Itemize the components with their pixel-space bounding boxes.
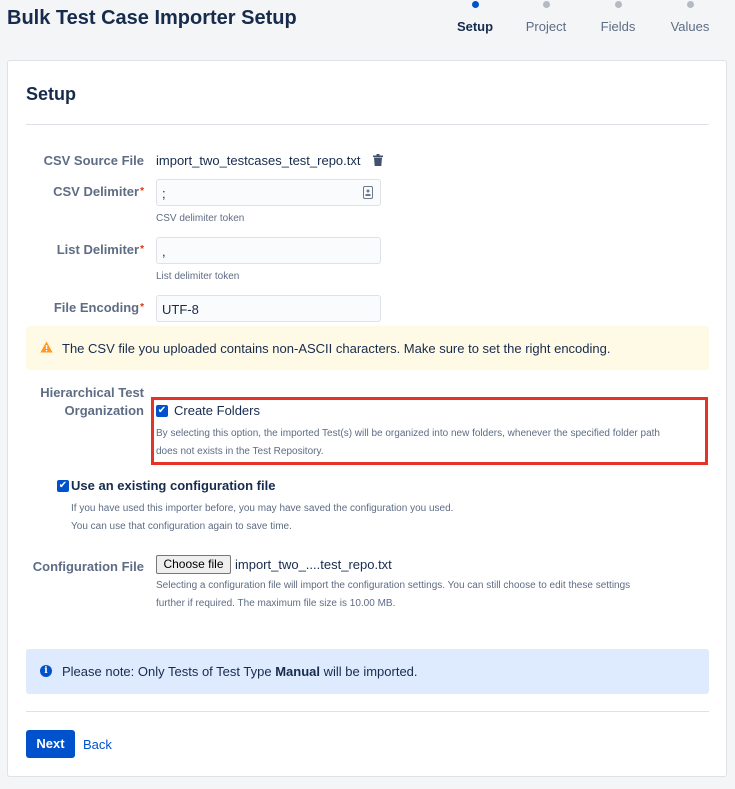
progress-tracker: Setup Project Fields Values [440, 0, 730, 40]
note-text: Please note: Only Tests of Test Type Man… [62, 664, 418, 679]
file-encoding-value: UTF-8 [162, 302, 199, 317]
note-prefix: Please note: Only Tests of Test Type [62, 664, 276, 679]
list-delimiter-input[interactable]: , [156, 237, 381, 264]
file-encoding-input[interactable]: UTF-8 [156, 295, 381, 322]
csv-delimiter-input[interactable]: ; [156, 179, 381, 206]
next-button[interactable]: Next [26, 730, 75, 758]
divider [26, 711, 709, 712]
existing-config-help-line1: If you have used this importer before, y… [71, 503, 454, 514]
setup-card: Setup CSV Source File import_two_testcas… [7, 60, 727, 777]
config-file-label: Configuration File [32, 559, 144, 574]
step-label: Setup [456, 19, 494, 34]
step-label: Values [670, 19, 710, 34]
divider [26, 124, 709, 125]
back-link[interactable]: Back [83, 737, 112, 752]
autofill-key-icon[interactable] [363, 186, 373, 199]
existing-config-label[interactable]: Use an existing configuration file [71, 478, 275, 493]
config-file-name: import_two_....test_repo.txt [235, 557, 392, 572]
manual-note: i Please note: Only Tests of Test Type M… [26, 649, 709, 694]
step-values[interactable]: Values [655, 0, 725, 34]
step-project[interactable]: Project [511, 0, 581, 34]
note-emphasis: Manual [275, 664, 320, 679]
existing-config-checkbox[interactable]: ✔ [57, 480, 69, 492]
csv-source-label: CSV Source File [43, 153, 144, 168]
config-file-help-line1: Selecting a configuration file will impo… [156, 580, 631, 591]
required-marker: * [140, 302, 144, 313]
page-title: Bulk Test Case Importer Setup [7, 7, 297, 29]
step-dot-icon [542, 1, 550, 8]
config-file-help-line2: further if required. The maximum file si… [156, 598, 396, 609]
card-title: Setup [26, 84, 77, 104]
warning-icon [40, 341, 53, 353]
step-dot-icon [686, 1, 694, 8]
file-encoding-label: File Encoding* [8, 299, 144, 317]
file-encoding-label-text: File Encoding [53, 300, 140, 315]
choose-file-button[interactable]: Choose file [156, 555, 231, 574]
highlight-box [151, 397, 708, 465]
required-marker: * [140, 244, 144, 255]
hierarchical-label-line1: Hierarchical Test [40, 385, 144, 400]
encoding-warning: The CSV file you uploaded contains non-A… [26, 326, 709, 370]
csv-delimiter-label: CSV Delimiter* [8, 183, 144, 201]
trash-icon[interactable] [373, 154, 383, 166]
required-marker: * [140, 186, 144, 197]
csv-delimiter-help: CSV delimiter token [156, 213, 245, 224]
step-label: Project [525, 19, 567, 34]
list-delimiter-value: , [162, 244, 166, 259]
hierarchical-label-line2: Organization [64, 403, 144, 418]
csv-source-filename: import_two_testcases_test_repo.txt [156, 153, 361, 168]
step-dot-icon [471, 1, 479, 8]
warning-text: The CSV file you uploaded contains non-A… [62, 341, 611, 356]
step-setup[interactable]: Setup [440, 0, 510, 34]
step-fields[interactable]: Fields [583, 0, 653, 34]
existing-config-help-line2: You can use that configuration again to … [71, 521, 292, 532]
list-delimiter-label-text: List Delimiter [56, 242, 140, 257]
note-suffix: will be imported. [319, 664, 418, 679]
step-label: Fields [600, 19, 636, 34]
list-delimiter-label: List Delimiter* [8, 241, 144, 259]
step-dot-icon [614, 1, 622, 8]
info-icon: i [40, 665, 52, 677]
list-delimiter-help: List delimiter token [156, 271, 240, 282]
csv-delimiter-label-text: CSV Delimiter [53, 184, 140, 199]
csv-delimiter-value: ; [162, 186, 166, 201]
